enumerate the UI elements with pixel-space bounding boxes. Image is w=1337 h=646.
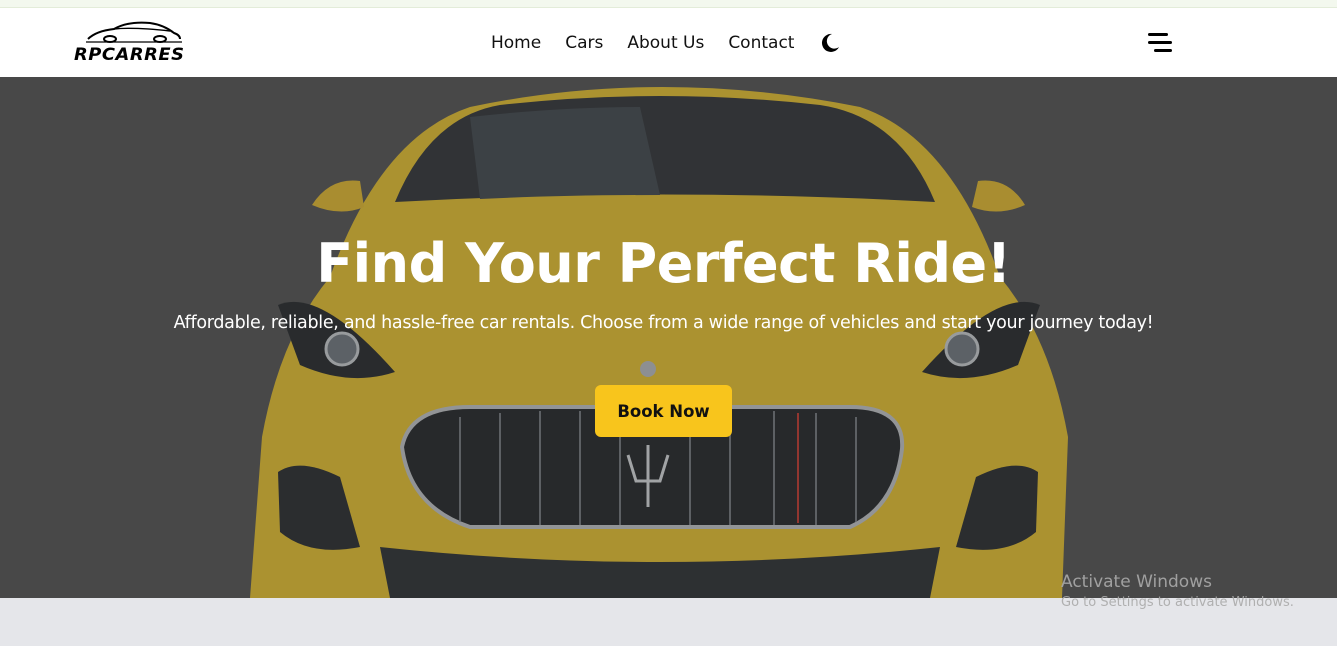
nav-home[interactable]: Home [491, 33, 541, 53]
brand-logo[interactable]: RPCARRES [74, 17, 202, 69]
watermark-title: Activate Windows [1061, 572, 1212, 592]
navbar: RPCARRES Home Cars About Us Contact [0, 8, 1337, 77]
nav-about-us[interactable]: About Us [627, 33, 704, 53]
watermark-subtitle: Go to Settings to activate Windows. [1061, 595, 1294, 610]
hamburger-menu-icon[interactable] [1148, 32, 1172, 54]
hero-overlay [0, 77, 1337, 598]
book-now-button[interactable]: Book Now [595, 385, 732, 437]
hero-subtitle: Affordable, reliable, and hassle-free ca… [173, 313, 1154, 333]
moon-icon[interactable] [819, 32, 841, 54]
hero-section: Find Your Perfect Ride! Affordable, reli… [0, 77, 1337, 598]
nav-contact[interactable]: Contact [728, 33, 794, 53]
brand-name: RPCARRES [74, 45, 185, 65]
top-strip [0, 0, 1337, 8]
car-silhouette-icon [86, 21, 182, 43]
hero-title: Find Your Perfect Ride! [316, 232, 1011, 295]
windows-activation-watermark: Activate Windows Go to Settings to activ… [1061, 572, 1294, 610]
nav-cars[interactable]: Cars [565, 33, 603, 53]
main-nav: Home Cars About Us Contact [491, 8, 841, 77]
